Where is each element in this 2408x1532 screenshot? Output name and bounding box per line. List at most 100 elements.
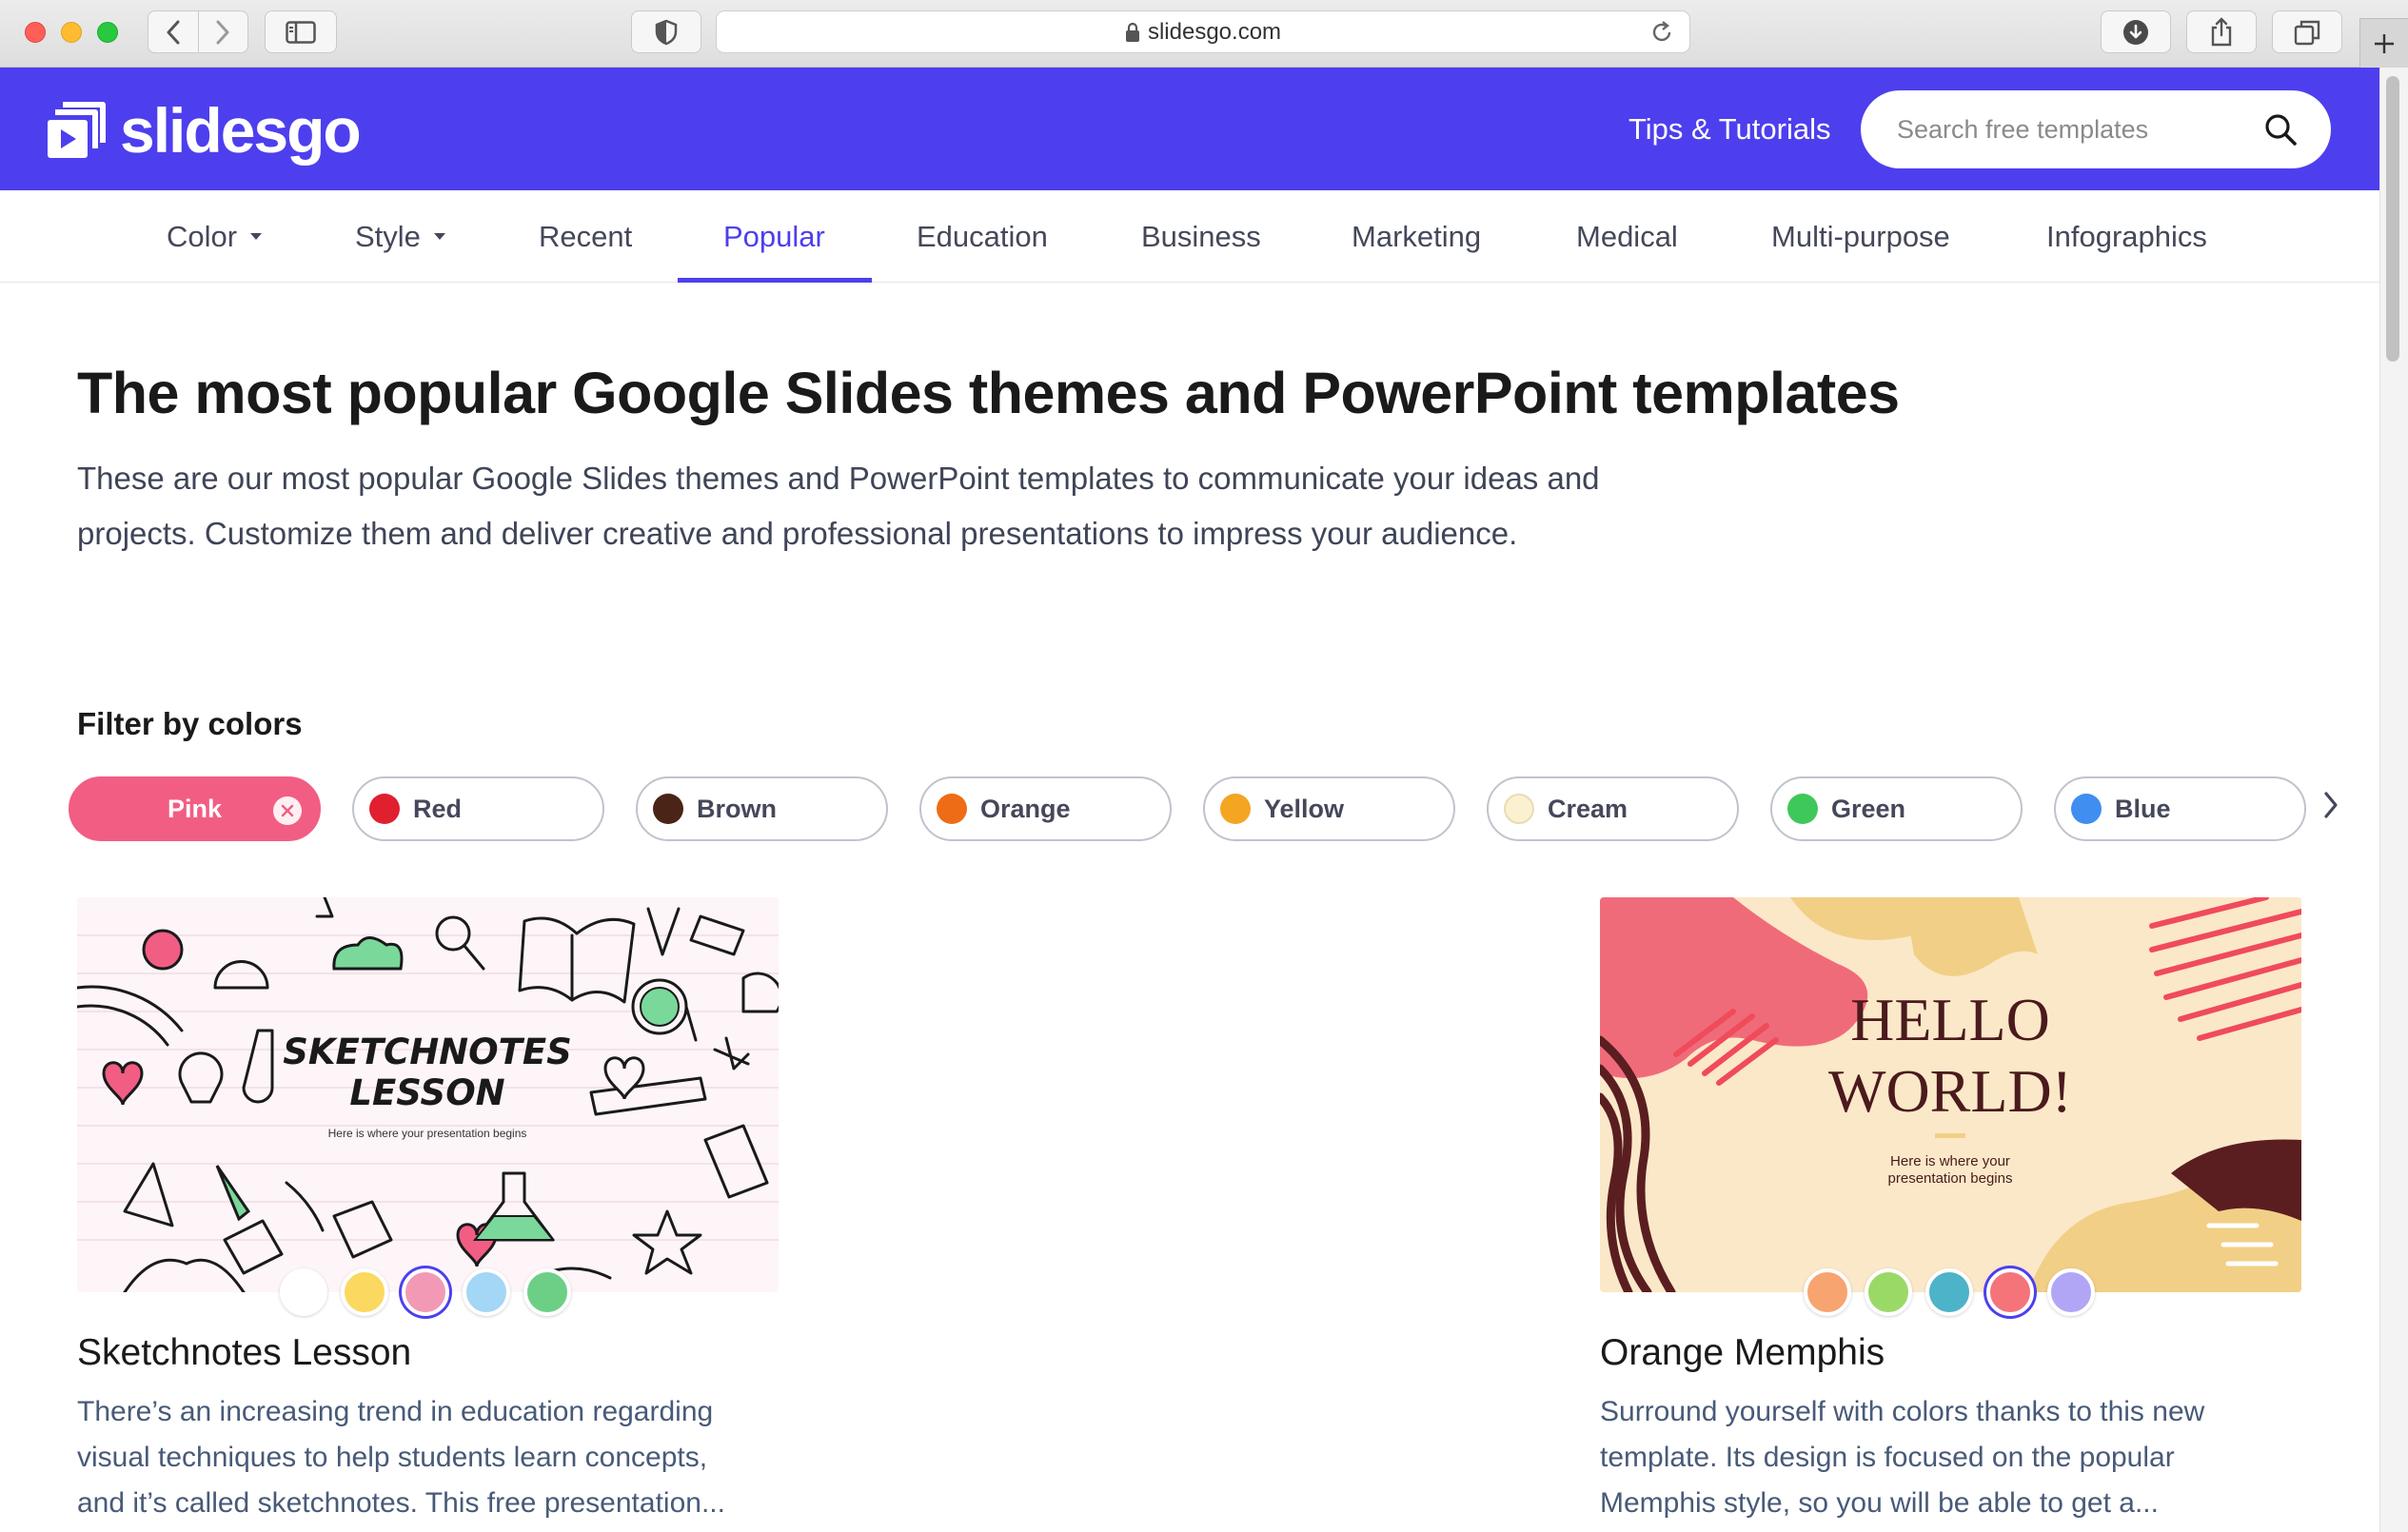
thumbnail-title-line-1: SKETCHNOTES bbox=[283, 1031, 572, 1072]
card-title[interactable]: Orange Memphis bbox=[1600, 1332, 1885, 1374]
color-chip-orange[interactable]: Orange bbox=[919, 776, 1172, 841]
cream-dot-icon bbox=[1504, 794, 1534, 824]
sidebar-toggle-button[interactable] bbox=[265, 10, 337, 53]
page-intro: These are our most popular Google Slides… bbox=[77, 461, 1600, 551]
color-chip-red[interactable]: Red bbox=[352, 776, 604, 841]
swatch-lavender[interactable] bbox=[2047, 1268, 2095, 1316]
nav-item-popular[interactable]: Popular bbox=[723, 190, 825, 283]
lock-icon bbox=[1125, 22, 1139, 42]
color-chip-blue[interactable]: Blue bbox=[2054, 776, 2306, 841]
chip-label: Red bbox=[413, 794, 463, 823]
card-description: Surround yourself with colors thanks to … bbox=[1600, 1389, 2304, 1526]
swatch-pink-selected[interactable] bbox=[1986, 1268, 2034, 1316]
green-dot-icon bbox=[1787, 794, 1818, 824]
card-description-line: and it’s called sketchnotes. This free p… bbox=[77, 1487, 725, 1519]
tab-overview-button[interactable] bbox=[2272, 10, 2342, 53]
nav-item-multi-purpose[interactable]: Multi-purpose bbox=[1771, 190, 1950, 283]
color-chip-pink[interactable]: Pink bbox=[69, 776, 321, 841]
site-header: slidesgo Tips & Tutorials bbox=[0, 68, 2379, 190]
swatch-green[interactable] bbox=[523, 1268, 571, 1316]
swatch-yellow[interactable] bbox=[341, 1268, 388, 1316]
nav-item-marketing[interactable]: Marketing bbox=[1352, 190, 1481, 283]
tips-tutorials-link[interactable]: Tips & Tutorials bbox=[1628, 112, 1830, 147]
card-description-line: template. Its design is focused on the p… bbox=[1600, 1442, 2175, 1473]
thumbnail-subtitle-line-2: presentation begins bbox=[1888, 1170, 2013, 1187]
blue-dot-icon bbox=[2071, 794, 2102, 824]
back-button[interactable] bbox=[148, 11, 198, 52]
swatch-green[interactable] bbox=[1865, 1268, 1912, 1316]
brown-dot-icon bbox=[653, 794, 683, 824]
site-logo[interactable]: slidesgo bbox=[46, 95, 362, 166]
nav-item-label: Style bbox=[355, 219, 421, 253]
slidesgo-logo-icon bbox=[48, 102, 106, 158]
thumbnail-title-line-2: LESSON bbox=[349, 1072, 504, 1113]
swatch-orange[interactable] bbox=[1804, 1268, 1851, 1316]
chip-label: Cream bbox=[1548, 794, 1628, 823]
category-nav: Color Style Recent Popular Education Bus… bbox=[0, 190, 2379, 283]
nav-item-education[interactable]: Education bbox=[917, 190, 1048, 283]
thumbnail-title-line-2: WORLD! bbox=[1828, 1057, 2072, 1125]
filter-title: Filter by colors bbox=[77, 706, 303, 741]
template-card-orange-memphis[interactable]: HELLO WORLD! Here is where your presenta… bbox=[1600, 897, 2301, 1292]
zoom-window-button[interactable] bbox=[97, 22, 118, 43]
thumbnail-subtitle-line-1: Here is where your bbox=[1890, 1153, 2010, 1169]
nav-item-business[interactable]: Business bbox=[1141, 190, 1261, 283]
card-title[interactable]: Sketchnotes Lesson bbox=[77, 1332, 411, 1374]
color-chip-brown[interactable]: Brown bbox=[636, 776, 888, 841]
chip-label: Blue bbox=[2115, 794, 2171, 823]
remove-filter-button[interactable] bbox=[273, 796, 302, 825]
nav-item-color[interactable]: Color bbox=[167, 190, 263, 283]
sketchnotes-preview-image: SKETCHNOTES LESSON Here is where your pr… bbox=[77, 897, 779, 1292]
minimize-window-button[interactable] bbox=[61, 22, 82, 43]
yellow-dot-icon bbox=[1220, 794, 1251, 824]
share-icon bbox=[2211, 16, 2232, 46]
search-icon[interactable] bbox=[2264, 113, 2297, 146]
logo-text: slidesgo bbox=[120, 95, 362, 166]
tabs-icon bbox=[2294, 20, 2320, 45]
template-card-sketchnotes[interactable]: SKETCHNOTES LESSON Here is where your pr… bbox=[77, 897, 779, 1292]
nav-item-recent[interactable]: Recent bbox=[539, 190, 632, 283]
sidebar-icon bbox=[286, 20, 316, 44]
reload-icon[interactable] bbox=[1649, 20, 1674, 45]
shield-icon bbox=[655, 19, 678, 45]
swatch-teal[interactable] bbox=[1925, 1268, 1973, 1316]
search-input[interactable] bbox=[1897, 90, 2259, 168]
card-description-line: There’s an increasing trend in education… bbox=[77, 1396, 714, 1427]
address-bar[interactable]: slidesgo.com bbox=[716, 10, 1690, 53]
card-description-line: Surround yourself with colors thanks to … bbox=[1600, 1396, 2205, 1427]
color-chip-cream[interactable]: Cream bbox=[1487, 776, 1739, 841]
chip-label: Orange bbox=[980, 794, 1071, 823]
share-button[interactable] bbox=[2186, 10, 2257, 53]
chevron-right-icon bbox=[216, 20, 229, 44]
chevron-right-icon[interactable] bbox=[2322, 790, 2339, 820]
card-description-line: visual techniques to help students learn… bbox=[77, 1442, 708, 1473]
caret-down-icon bbox=[433, 233, 445, 240]
nav-item-infographics[interactable]: Infographics bbox=[2046, 190, 2207, 283]
nav-item-label: Color bbox=[167, 219, 238, 253]
privacy-report-button[interactable] bbox=[631, 10, 701, 53]
swatch-white[interactable] bbox=[280, 1268, 327, 1316]
history-nav bbox=[148, 10, 248, 53]
swatch-pink-selected[interactable] bbox=[402, 1268, 449, 1316]
nav-item-medical[interactable]: Medical bbox=[1576, 190, 1678, 283]
scrollbar-thumb[interactable] bbox=[2386, 76, 2399, 362]
template-thumbnail[interactable]: SKETCHNOTES LESSON Here is where your pr… bbox=[77, 897, 779, 1292]
nav-item-style[interactable]: Style bbox=[355, 190, 445, 283]
close-window-button[interactable] bbox=[25, 22, 46, 43]
chevron-left-icon bbox=[167, 20, 180, 44]
card-description-line: Memphis style, so you will be able to ge… bbox=[1600, 1487, 2159, 1519]
caret-down-icon bbox=[250, 233, 263, 240]
download-icon bbox=[2123, 19, 2148, 45]
template-thumbnail[interactable]: HELLO WORLD! Here is where your presenta… bbox=[1600, 897, 2301, 1292]
color-chip-green[interactable]: Green bbox=[1770, 776, 2023, 841]
red-dot-icon bbox=[369, 794, 400, 824]
new-tab-button[interactable] bbox=[2359, 18, 2408, 68]
browser-toolbar: slidesgo.com bbox=[0, 0, 2408, 68]
chip-label: Green bbox=[1831, 794, 1906, 823]
active-tab-indicator bbox=[678, 278, 872, 283]
downloads-button[interactable] bbox=[2101, 10, 2171, 53]
forward-button[interactable] bbox=[197, 11, 247, 52]
color-chip-yellow[interactable]: Yellow bbox=[1203, 776, 1455, 841]
orange-memphis-preview-image: HELLO WORLD! Here is where your presenta… bbox=[1600, 897, 2301, 1292]
swatch-light-blue[interactable] bbox=[463, 1268, 510, 1316]
